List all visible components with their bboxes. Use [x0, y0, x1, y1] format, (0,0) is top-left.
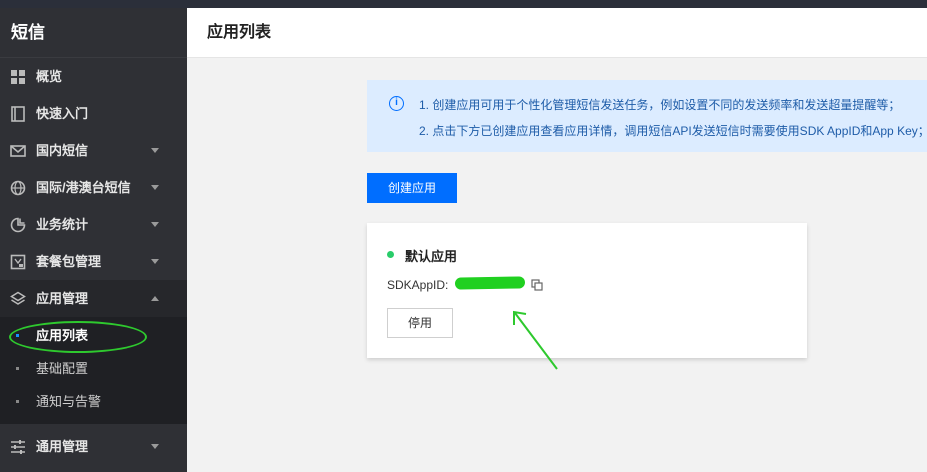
sidebar-item-label: 概览 — [36, 69, 63, 84]
annotation-arrow — [513, 310, 558, 370]
sidebar-item-domestic-sms[interactable]: 国内短信 — [0, 132, 187, 169]
sidebar-item-packages[interactable]: 套餐包管理 — [0, 243, 187, 280]
page-header: 应用列表 — [187, 8, 927, 58]
app-card[interactable]: 默认应用 SDKAppID: 停用 — [367, 223, 807, 358]
sidebar-item-quickstart[interactable]: 快速入门 — [0, 95, 187, 132]
sidebar-item-label: 国际/港澳台短信 — [36, 180, 131, 195]
create-app-button[interactable]: 创建应用 — [367, 173, 457, 203]
sidebar-title: 短信 — [0, 8, 187, 58]
chevron-down-icon — [151, 185, 159, 190]
pie-chart-icon — [10, 217, 26, 233]
sidebar-item-label: 业务统计 — [36, 217, 89, 232]
globe-icon — [10, 180, 26, 196]
status-dot — [387, 251, 394, 258]
package-icon — [10, 254, 26, 270]
mail-icon — [10, 145, 26, 157]
disable-button[interactable]: 停用 — [387, 308, 453, 338]
bullet-icon — [16, 400, 19, 403]
redaction-mark — [454, 276, 526, 290]
bullet-icon — [16, 367, 19, 370]
sidebar-subitem-label: 通知与告警 — [36, 394, 102, 409]
chevron-down-icon — [151, 259, 159, 264]
sidebar-item-international-sms[interactable]: 国际/港澳台短信 — [0, 169, 187, 206]
book-icon — [11, 106, 25, 122]
sidebar-item-label: 套餐包管理 — [36, 254, 102, 269]
info-icon: i — [389, 96, 404, 111]
app-management-submenu: 应用列表 基础配置 通知与告警 — [0, 317, 187, 424]
grid-icon — [11, 70, 25, 84]
sidebar-bottom: 通用管理 — [0, 428, 187, 465]
sidebar-subitem-basic-config[interactable]: 基础配置 — [0, 352, 187, 385]
sidebar-item-general-management[interactable]: 通用管理 — [0, 428, 187, 465]
chevron-down-icon — [151, 148, 159, 153]
sidebar-item-label: 通用管理 — [36, 439, 89, 454]
sidebar-subitem-notifications[interactable]: 通知与告警 — [0, 385, 187, 418]
chevron-down-icon — [151, 222, 159, 227]
notice-line-2: 2. 点击下方已创建应用查看应用详情，调用短信API发送短信时需要使用SDK A… — [419, 124, 927, 138]
app-name[interactable]: 默认应用 — [405, 246, 457, 265]
layers-icon — [10, 291, 26, 305]
copy-icon[interactable] — [531, 279, 543, 291]
sliders-icon — [11, 440, 25, 454]
chevron-down-icon — [151, 444, 159, 449]
sidebar-item-label: 应用管理 — [36, 291, 89, 306]
notice-line-1: 1. 创建应用可用于个性化管理短信发送任务，例如设置不同的发送频率和发送超量提醒… — [419, 98, 901, 112]
sidebar-subitem-app-list[interactable]: 应用列表 — [0, 319, 187, 353]
sidebar-item-label: 国内短信 — [36, 143, 89, 158]
sdk-appid-label: SDKAppID: — [387, 278, 449, 292]
sidebar-item-app-management[interactable]: 应用管理 — [0, 280, 187, 317]
info-notice: i 1. 创建应用可用于个性化管理短信发送任务，例如设置不同的发送频率和发送超量… — [367, 80, 927, 152]
annotation-circle — [9, 321, 147, 353]
top-bar — [0, 0, 927, 8]
sidebar-subitem-label: 基础配置 — [36, 361, 89, 376]
sidebar-item-statistics[interactable]: 业务统计 — [0, 206, 187, 243]
chevron-up-icon — [151, 296, 159, 301]
page-title: 应用列表 — [207, 24, 272, 41]
sidebar-item-label: 快速入门 — [36, 106, 89, 121]
sidebar: 短信 概览 快速入门 国内短信 国际/港澳台短信 业务统计 套餐包管理 应用管理… — [0, 8, 187, 472]
sidebar-item-overview[interactable]: 概览 — [0, 58, 187, 95]
